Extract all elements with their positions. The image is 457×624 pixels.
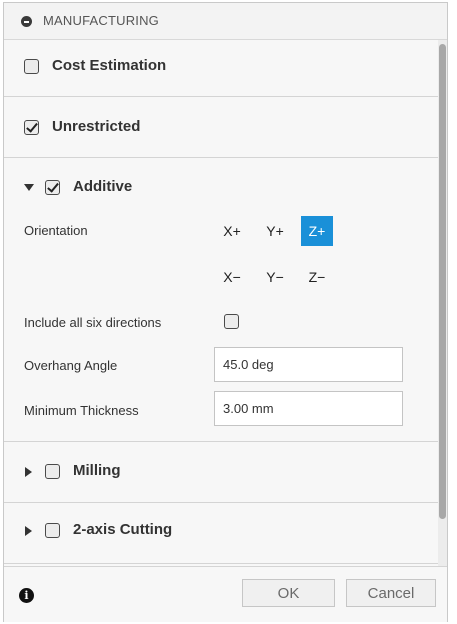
orientation-y-minus-button[interactable]: Y− (259, 262, 291, 292)
vertical-scrollbar[interactable] (438, 40, 447, 566)
additive-checkbox[interactable] (45, 180, 60, 195)
milling-checkbox[interactable] (45, 464, 60, 479)
orientation-x-plus-button[interactable]: X+ (216, 216, 248, 246)
cancel-button[interactable]: Cancel (346, 579, 436, 607)
cost-estimation-label: Cost Estimation (52, 57, 167, 74)
minimum-thickness-label: Minimum Thickness (24, 403, 139, 418)
expand-triangle-icon[interactable] (24, 184, 34, 191)
collapse-icon[interactable] (21, 16, 32, 27)
overhang-angle-label: Overhang Angle (24, 358, 118, 373)
overhang-angle-input[interactable]: 45.0 deg (214, 347, 403, 382)
ok-button[interactable]: OK (242, 579, 335, 607)
dialog-footer: i OK Cancel (4, 566, 447, 622)
unrestricted-label: Unrestricted (52, 118, 141, 135)
options-scroll-area: Cost Estimation Unrestricted Additive Or… (4, 40, 438, 566)
expand-triangle-icon[interactable] (25, 526, 32, 536)
minimum-thickness-input[interactable]: 3.00 mm (214, 391, 403, 426)
panel-header[interactable]: MANUFACTURING (4, 3, 447, 40)
scrollbar-thumb[interactable] (439, 44, 446, 519)
info-icon[interactable]: i (19, 588, 34, 603)
orientation-y-plus-button[interactable]: Y+ (259, 216, 291, 246)
unrestricted-checkbox[interactable] (24, 120, 39, 135)
section-additive: Additive Orientation X+ Y+ Z+ X− Y− Z− I… (4, 158, 438, 442)
orientation-z-plus-button[interactable]: Z+ (301, 216, 333, 246)
orientation-label: Orientation (24, 223, 88, 238)
orientation-z-minus-button[interactable]: Z− (301, 262, 333, 292)
expand-triangle-icon[interactable] (25, 467, 32, 477)
section-milling: Milling (4, 442, 438, 503)
include-six-directions-label: Include all six directions (24, 315, 162, 330)
include-six-directions-checkbox[interactable] (224, 314, 239, 329)
panel-title: MANUFACTURING (43, 13, 159, 28)
two-axis-cutting-label: 2-axis Cutting (73, 521, 173, 538)
additive-label: Additive (73, 178, 133, 195)
section-unrestricted: Unrestricted (4, 97, 438, 158)
manufacturing-dialog: MANUFACTURING Cost Estimation Unrestrict… (3, 2, 448, 622)
milling-label: Milling (73, 462, 121, 479)
two-axis-cutting-checkbox[interactable] (45, 523, 60, 538)
section-cost-estimation: Cost Estimation (4, 40, 438, 97)
orientation-x-minus-button[interactable]: X− (216, 262, 248, 292)
cost-estimation-checkbox[interactable] (24, 59, 39, 74)
section-2-axis-cutting: 2-axis Cutting (4, 503, 438, 564)
